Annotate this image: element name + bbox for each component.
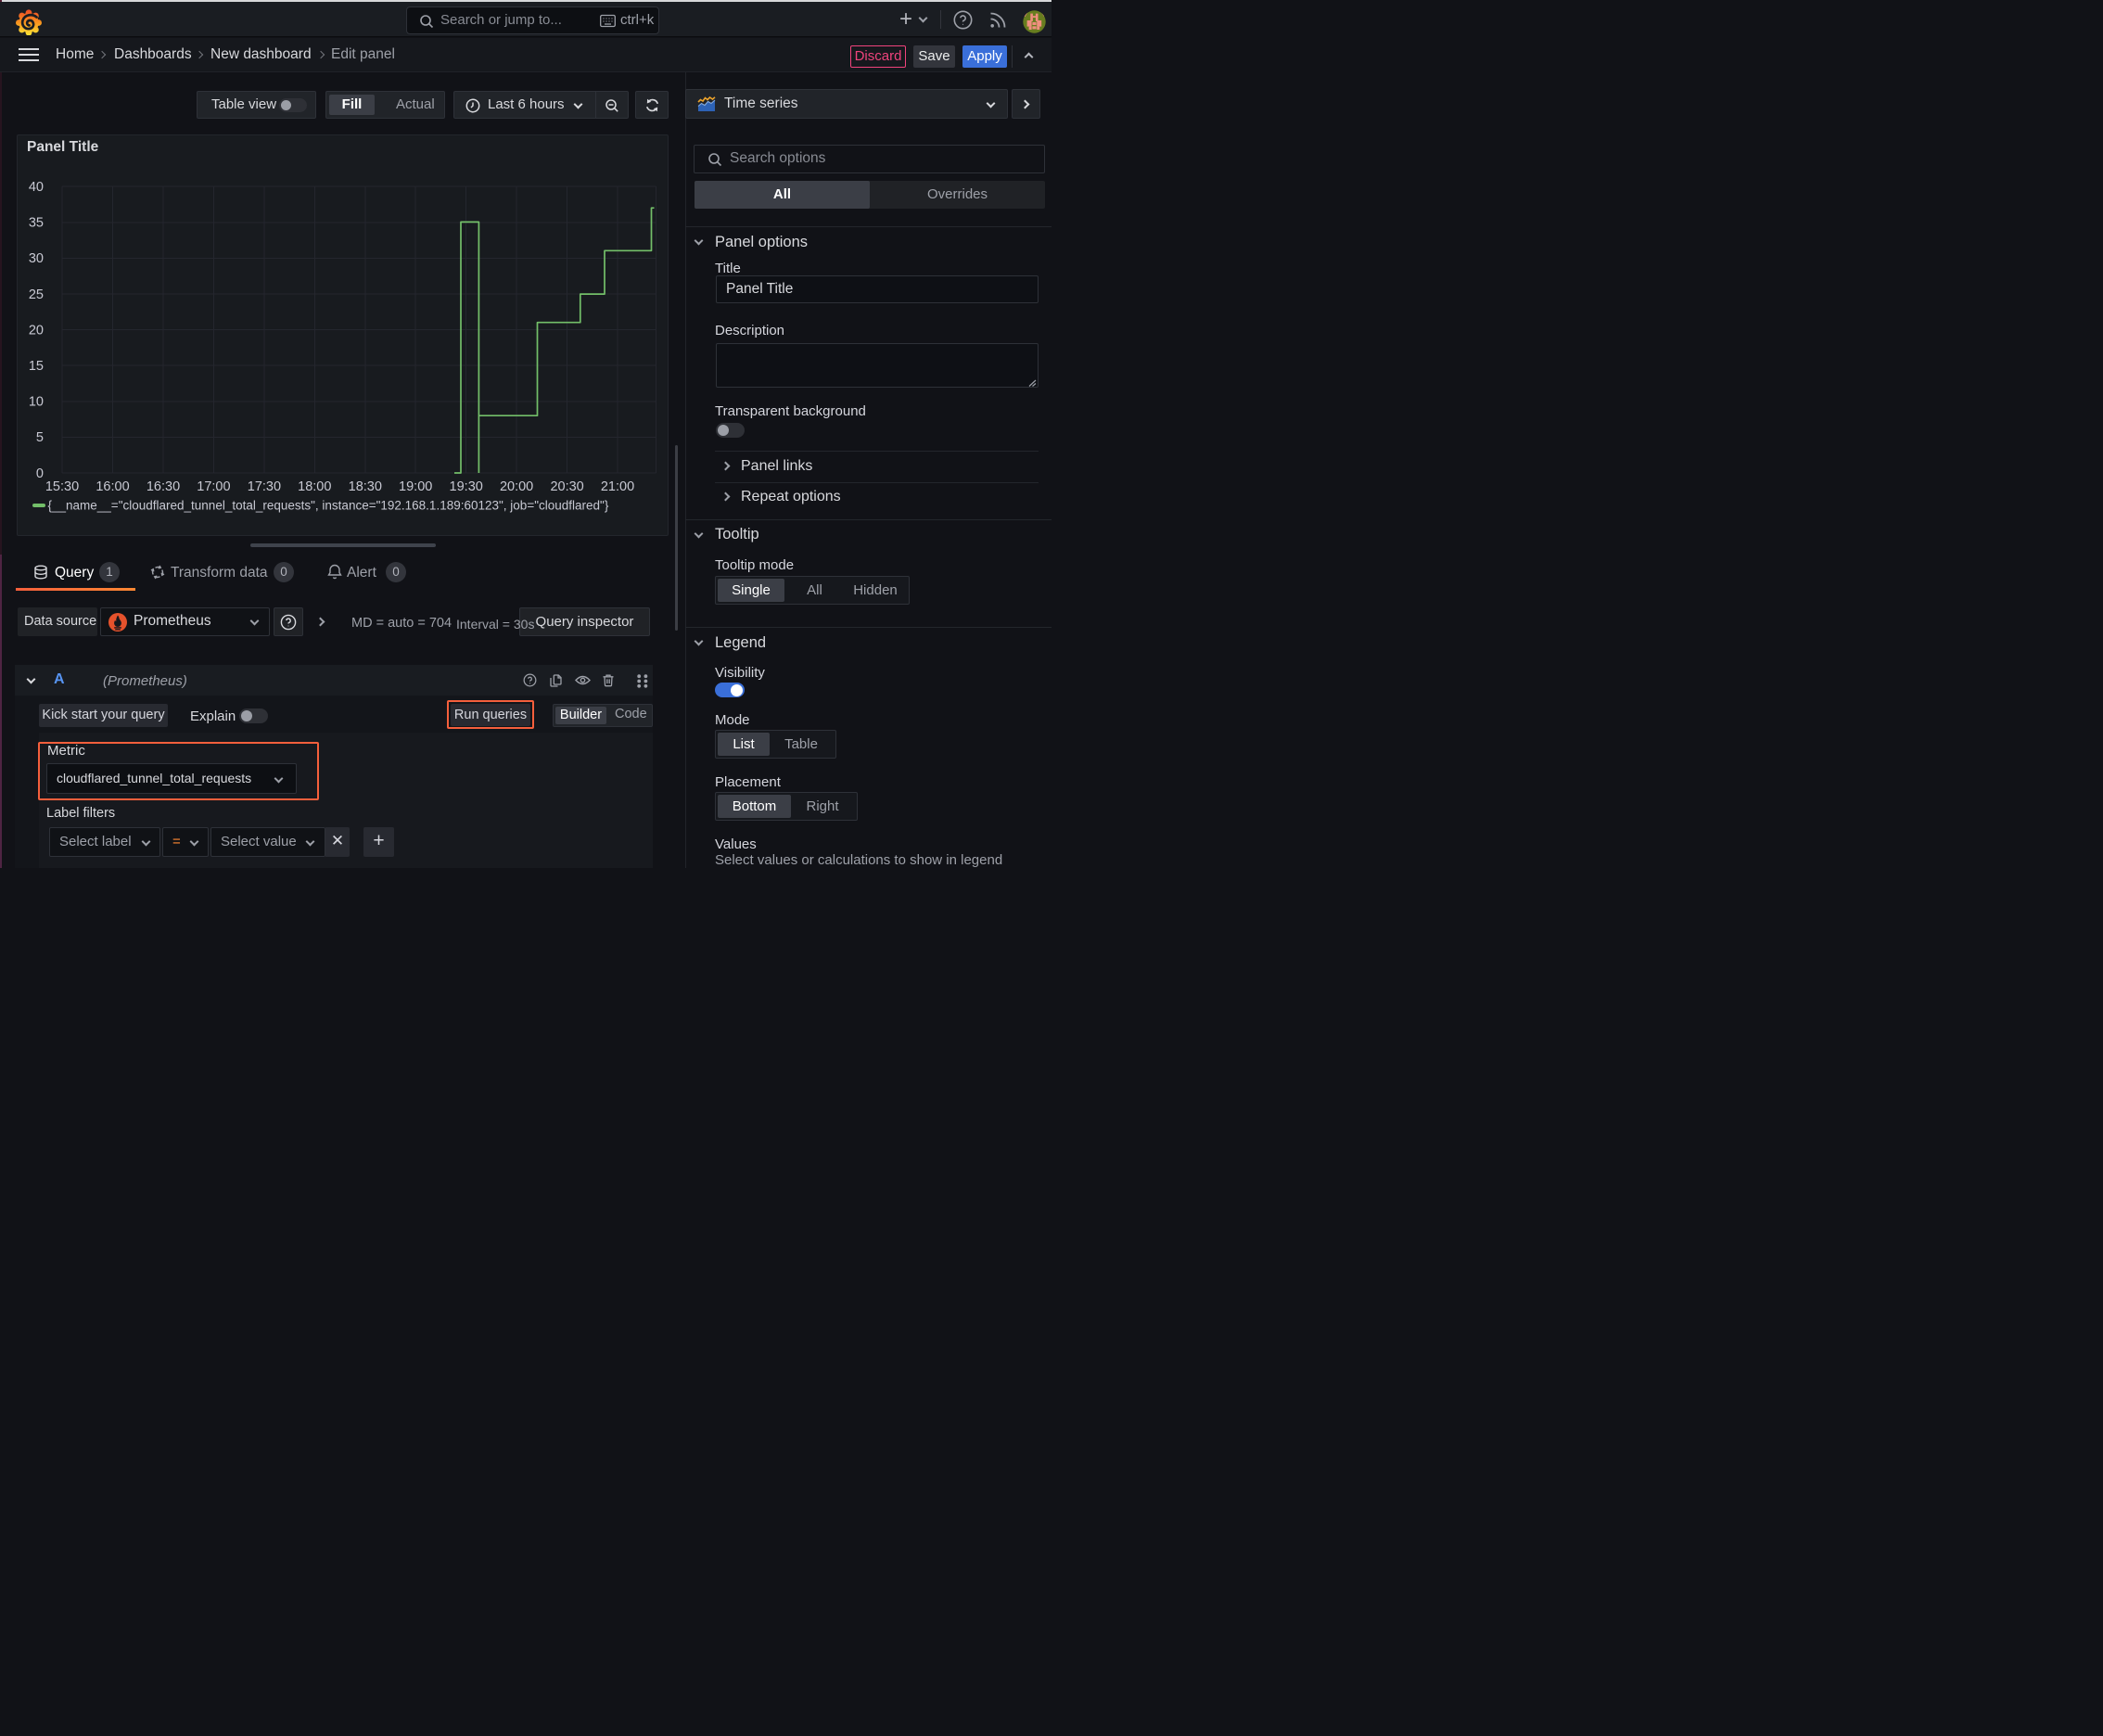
- svg-text:20:30: 20:30: [550, 479, 583, 494]
- svg-text:40: 40: [29, 180, 44, 195]
- svg-text:17:00: 17:00: [197, 479, 230, 494]
- svg-text:25: 25: [29, 287, 44, 302]
- svg-text:18:00: 18:00: [298, 479, 331, 494]
- svg-text:0: 0: [36, 466, 44, 481]
- svg-text:19:00: 19:00: [399, 479, 432, 494]
- svg-text:20:00: 20:00: [500, 479, 533, 494]
- svg-text:15: 15: [29, 359, 44, 374]
- svg-text:10: 10: [29, 395, 44, 410]
- svg-text:16:30: 16:30: [147, 479, 180, 494]
- svg-text:20: 20: [29, 323, 44, 338]
- svg-text:17:30: 17:30: [248, 479, 281, 494]
- svg-text:18:30: 18:30: [349, 479, 382, 494]
- svg-text:35: 35: [29, 216, 44, 231]
- svg-text:15:30: 15:30: [45, 479, 79, 494]
- svg-text:5: 5: [36, 430, 44, 445]
- svg-text:{__name__="cloudflared_tunnel_: {__name__="cloudflared_tunnel_total_requ…: [48, 499, 609, 513]
- svg-text:21:00: 21:00: [601, 479, 634, 494]
- svg-text:30: 30: [29, 251, 44, 266]
- svg-text:19:30: 19:30: [450, 479, 483, 494]
- svg-text:16:00: 16:00: [96, 479, 129, 494]
